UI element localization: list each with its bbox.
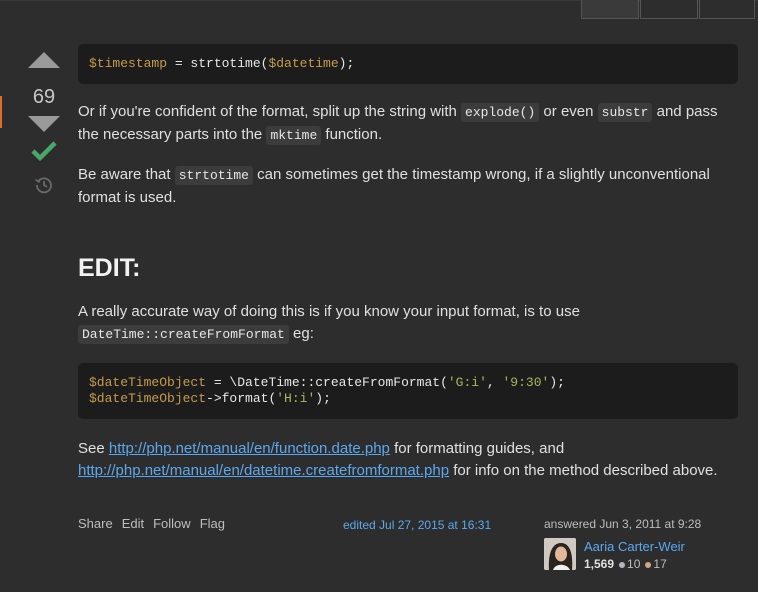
paragraph-explode: Or if you're confident of the format, sp… — [78, 103, 718, 145]
edit-link[interactable]: Edit — [122, 516, 144, 531]
accepted-answer-marker — [0, 96, 2, 128]
code-block-datetime: $dateTimeObject = \DateTime::createFromF… — [78, 363, 738, 419]
link-date-manual[interactable]: http://php.net/manual/en/function.date.p… — [109, 440, 390, 457]
answer-body: $timestamp = strtotime($datetime); Or if… — [78, 44, 738, 482]
user-reputation: 1,569 10 17 — [584, 557, 667, 571]
avatar[interactable] — [544, 538, 576, 570]
inline-code: DateTime::createFromFormat — [78, 325, 289, 344]
sort-tabs — [581, 0, 755, 19]
code-block-strtotime: $timestamp = strtotime($datetime); — [78, 44, 738, 84]
edit-heading: EDIT: — [78, 254, 141, 282]
bronze-badge-icon — [645, 562, 652, 568]
answered-timestamp: answered Jun 3, 2011 at 9:28 — [544, 517, 702, 531]
link-createfromformat-manual[interactable]: http://php.net/manual/en/datetime.create… — [78, 462, 449, 479]
accepted-checkmark-icon — [24, 140, 64, 167]
inline-code: substr — [597, 103, 653, 122]
upvote-arrow-icon[interactable] — [28, 52, 60, 68]
vote-cell: 69 — [24, 52, 64, 200]
silver-badges: 10 — [619, 557, 640, 571]
inline-code: strtotime — [174, 166, 253, 185]
follow-link[interactable]: Follow — [153, 516, 191, 531]
downvote-arrow-icon[interactable] — [28, 116, 60, 132]
silver-badge-icon — [619, 562, 626, 568]
edited-timestamp[interactable]: edited Jul 27, 2015 at 16:31 — [343, 518, 491, 532]
sort-tab-1[interactable] — [581, 0, 639, 19]
vote-count: 69 — [32, 86, 56, 108]
share-link[interactable]: Share — [78, 516, 113, 531]
paragraph-datetime: A really accurate way of doing this is i… — [78, 303, 580, 344]
reputation-score: 1,569 — [584, 557, 615, 571]
history-icon[interactable] — [24, 175, 64, 200]
paragraph-warning: Be aware that strtotime can sometimes ge… — [78, 166, 710, 206]
sort-tab-3[interactable] — [699, 0, 755, 19]
flag-link[interactable]: Flag — [200, 516, 225, 531]
sort-tab-2[interactable] — [640, 0, 698, 19]
inline-code: explode() — [461, 103, 540, 122]
user-name-link[interactable]: Aaria Carter-Weir — [584, 539, 685, 554]
paragraph-links: See http://php.net/manual/en/function.da… — [78, 440, 718, 479]
post-menu: Share Edit Follow Flag — [78, 516, 225, 531]
bronze-badges: 17 — [645, 557, 667, 571]
inline-code: mktime — [266, 126, 322, 145]
